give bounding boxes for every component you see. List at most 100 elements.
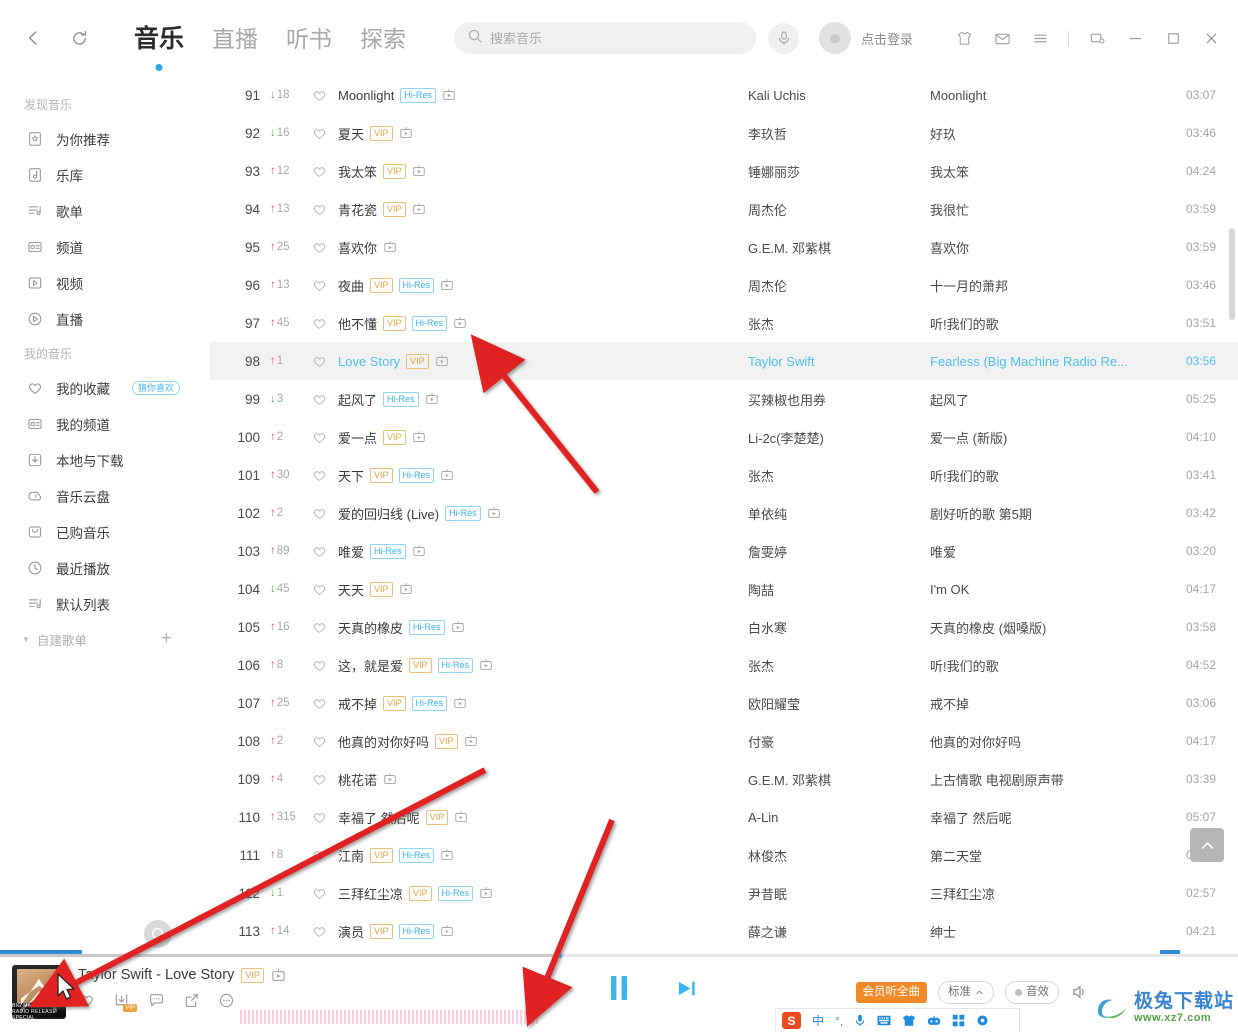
row-favorite-icon[interactable]	[304, 202, 334, 217]
row-title[interactable]: Moonlight	[338, 88, 394, 103]
minimize-icon[interactable]	[1122, 25, 1148, 51]
more-options-button[interactable]	[218, 992, 235, 1009]
row-artist[interactable]: 付豪	[748, 732, 930, 751]
table-row[interactable]: 106 ↑8 这，就是爱 VIP Hi-Res 张杰 听!我们的歌 04:52	[210, 646, 1238, 684]
row-favorite-icon[interactable]	[304, 772, 334, 787]
row-title[interactable]: 爱的回归线 (Live)	[338, 504, 439, 523]
row-artist[interactable]: 张杰	[748, 466, 930, 485]
row-album[interactable]: Fearless (Big Machine Radio Re...	[930, 354, 1164, 369]
row-favorite-icon[interactable]	[304, 240, 334, 255]
row-favorite-icon[interactable]	[304, 924, 334, 939]
row-artist[interactable]: 买辣椒也用券	[748, 390, 930, 409]
mv-icon[interactable]	[412, 164, 426, 178]
table-row[interactable]: 104 ↓45 天天 VIP 陶喆 I'm OK 04:17	[210, 570, 1238, 608]
row-title[interactable]: 他不懂	[338, 314, 377, 333]
mv-icon[interactable]	[399, 126, 413, 140]
sidebar-item-5[interactable]: 最近播放	[0, 550, 210, 586]
row-title[interactable]: 天下	[338, 466, 364, 485]
row-title[interactable]: 戒不掉	[338, 694, 377, 713]
ime-apps-icon[interactable]	[952, 1014, 965, 1027]
ime-punctuation-icon[interactable]: °,	[835, 1014, 843, 1028]
tab-audiobook[interactable]: 听书	[286, 20, 332, 56]
row-artist[interactable]: 张杰	[748, 314, 930, 333]
row-title[interactable]: 演员	[338, 922, 364, 941]
favorite-button[interactable]	[78, 992, 95, 1009]
table-row[interactable]: 98 ↑1 Love Story VIP Taylor Swift Fearless (B…	[210, 342, 1238, 380]
ime-settings-icon[interactable]	[976, 1014, 989, 1027]
mv-icon[interactable]	[440, 468, 454, 482]
table-row[interactable]: 103 ↑89 唯爱 Hi-Res 詹雯婷 唯爱 03:20	[210, 532, 1238, 570]
row-title[interactable]: 天真的橡皮	[338, 618, 403, 637]
row-album[interactable]: 戒不掉	[930, 694, 1164, 713]
sidebar-item-1[interactable]: 我的频道	[0, 406, 210, 442]
row-album[interactable]: Moonlight	[930, 88, 1164, 103]
row-favorite-icon[interactable]	[304, 582, 334, 597]
row-title[interactable]: 三拜红尘凉	[338, 884, 403, 903]
table-row[interactable]: 109 ↑4 桃花诺 G.E.M. 邓紫棋 上古情歌 电视剧原声带 03:39	[210, 760, 1238, 798]
sidebar-item-5[interactable]: 直播	[0, 301, 210, 337]
row-favorite-icon[interactable]	[304, 848, 334, 863]
row-album[interactable]: 我很忙	[930, 200, 1164, 219]
row-favorite-icon[interactable]	[304, 88, 334, 103]
table-row[interactable]: 108 ↑2 他真的对你好吗 VIP 付豪 他真的对你好吗 04:17	[210, 722, 1238, 760]
row-favorite-icon[interactable]	[304, 886, 334, 901]
quality-selector[interactable]: 标准	[938, 981, 994, 1004]
sidebar-item-0[interactable]: 为你推荐	[0, 121, 210, 157]
custom-playlist-header[interactable]: ▼ 自建歌单 +	[0, 622, 210, 656]
sidebar-item-4[interactable]: 视频	[0, 265, 210, 301]
sidebar-item-3[interactable]: 音乐云盘	[0, 478, 210, 514]
scrollbar-thumb[interactable]	[1229, 228, 1235, 320]
table-row[interactable]: 111↑8江南VIPHi-Res林俊杰第二天堂04:27	[210, 836, 1238, 874]
row-artist[interactable]: 周杰伦	[748, 200, 930, 219]
table-row[interactable]: 113 ↑14 演员 VIP Hi-Res 薛之谦 绅士 04:21	[210, 912, 1238, 950]
tab-music[interactable]: 音乐	[134, 19, 184, 71]
mv-icon[interactable]	[454, 810, 468, 824]
row-title[interactable]: 江南	[338, 846, 364, 865]
row-title[interactable]: 青花瓷	[338, 200, 377, 219]
row-artist[interactable]: 詹雯婷	[748, 542, 930, 561]
mv-icon[interactable]	[453, 316, 467, 330]
row-album[interactable]: 剧好听的歌 第5期	[930, 504, 1164, 523]
mv-icon[interactable]	[442, 88, 456, 102]
table-row[interactable]: 96 ↑13 夜曲 VIP Hi-Res 周杰伦 十一月的萧邦 03:46	[210, 266, 1238, 304]
row-album[interactable]: 爱一点 (新版)	[930, 428, 1164, 447]
row-favorite-icon[interactable]	[304, 696, 334, 711]
sidebar-item-0[interactable]: 我的收藏 猜你喜欢	[0, 370, 210, 406]
row-artist[interactable]: Kali Uchis	[748, 88, 930, 103]
ime-toolbox-icon[interactable]	[927, 1015, 941, 1026]
row-favorite-icon[interactable]	[304, 658, 334, 673]
list-scrollbar[interactable]	[1229, 76, 1235, 954]
row-favorite-icon[interactable]	[304, 430, 334, 445]
row-title[interactable]: 夜曲	[338, 276, 364, 295]
sidebar-item-2[interactable]: 本地与下载	[0, 442, 210, 478]
row-favorite-icon[interactable]	[304, 126, 334, 141]
row-album[interactable]: 上古情歌 电视剧原声带	[930, 770, 1164, 789]
row-favorite-icon[interactable]	[304, 810, 334, 825]
mv-icon[interactable]	[435, 354, 449, 368]
maximize-icon[interactable]	[1160, 25, 1186, 51]
close-icon[interactable]	[1198, 25, 1224, 51]
row-favorite-icon[interactable]	[304, 316, 334, 331]
playback-progress-bar[interactable]	[0, 953, 1238, 958]
mv-icon[interactable]	[271, 968, 286, 983]
row-album[interactable]: 天真的橡皮 (烟嗓版)	[930, 618, 1164, 637]
row-artist[interactable]: Taylor Swift	[748, 354, 930, 369]
row-album[interactable]: 听!我们的歌	[930, 466, 1164, 485]
row-artist[interactable]: 周杰伦	[748, 276, 930, 295]
row-artist[interactable]: G.E.M. 邓紫棋	[748, 238, 930, 257]
row-album[interactable]: 好玖	[930, 124, 1164, 143]
row-title[interactable]: 幸福了 然后呢	[338, 808, 420, 827]
volume-icon[interactable]	[1070, 983, 1088, 1001]
ime-skin-icon[interactable]	[902, 1014, 916, 1027]
album-art[interactable]: BIG MACHINE RADIO RELEASE SPECIAL	[12, 965, 66, 1019]
row-artist[interactable]: 欧阳耀莹	[748, 694, 930, 713]
sound-effects-button[interactable]: 音效	[1005, 981, 1059, 1004]
menu-icon[interactable]	[1027, 25, 1053, 51]
row-artist[interactable]: 锤娜丽莎	[748, 162, 930, 181]
row-artist[interactable]: 白水寒	[748, 618, 930, 637]
sidebar-item-4[interactable]: 已购音乐	[0, 514, 210, 550]
row-title[interactable]: 他真的对你好吗	[338, 732, 429, 751]
mv-icon[interactable]	[412, 202, 426, 216]
row-album[interactable]: 听!我们的歌	[930, 314, 1164, 333]
row-artist[interactable]: 尹昔眠	[748, 884, 930, 903]
